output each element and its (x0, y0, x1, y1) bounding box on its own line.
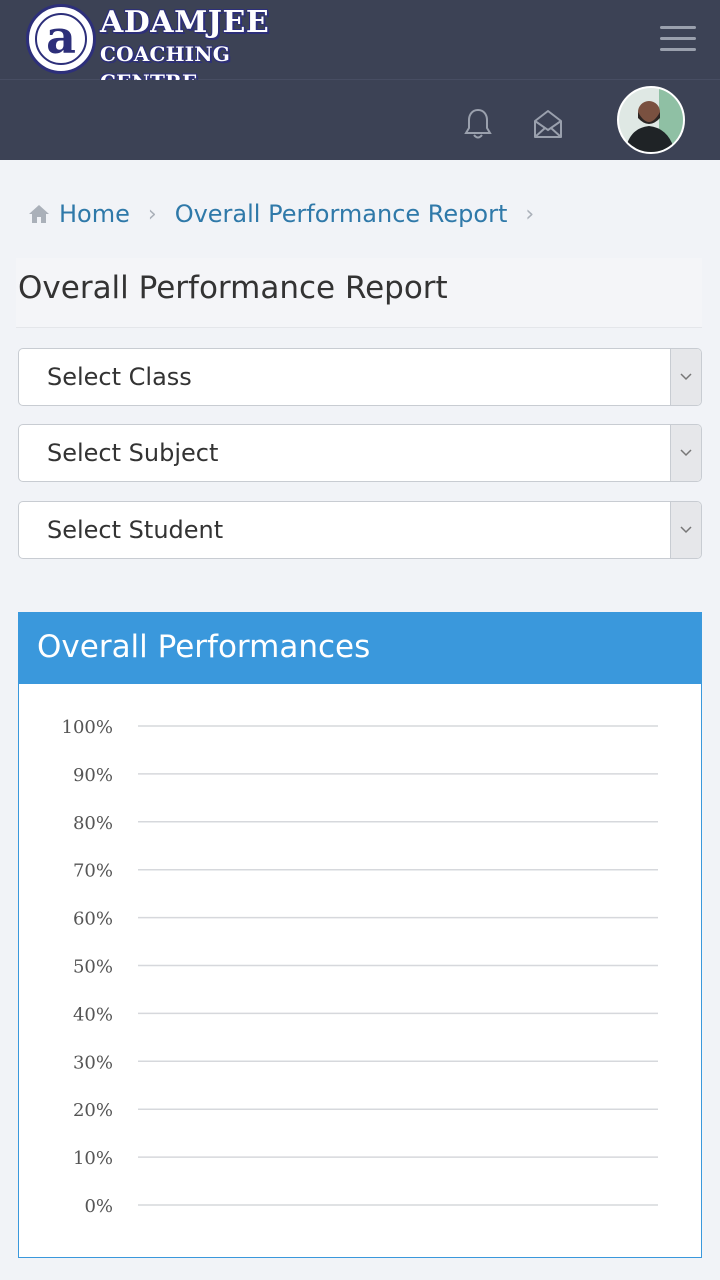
user-toolbar (0, 80, 720, 160)
logo-line1: ADAMJEE (100, 5, 270, 40)
home-icon (29, 205, 49, 223)
y-tick-label: 70% (73, 861, 113, 882)
user-avatar[interactable] (617, 86, 685, 154)
chevron-right-icon: › (147, 201, 157, 227)
chart-card-header: Overall Performances (19, 613, 701, 684)
breadcrumb: Home › Overall Performance Report › (28, 194, 552, 234)
logo-badge: a (26, 4, 96, 74)
breadcrumb-home[interactable]: Home (28, 200, 130, 228)
chevron-down-icon (670, 502, 701, 558)
performance-chart: 0% 10% 20% 30% 40% 50% 60% 70% 80% 90% 100% (62, 717, 658, 1217)
y-tick-label: 30% (73, 1052, 113, 1073)
y-tick-label: 80% (73, 813, 113, 834)
page-title: Overall Performance Report (18, 270, 448, 306)
y-tick-label: 60% (73, 909, 113, 930)
menu-toggle-icon[interactable] (660, 26, 696, 52)
y-tick-label: 20% (73, 1100, 113, 1121)
student-select-value: Select Student (47, 516, 224, 544)
y-tick-label: 0% (84, 1196, 113, 1217)
brand-logo[interactable]: a ADAMJEE COACHING CENTRE (26, 4, 276, 94)
y-tick-label: 100% (62, 717, 113, 738)
class-select-value: Select Class (47, 363, 192, 391)
chevron-down-icon (670, 425, 701, 481)
chevron-down-icon (670, 349, 701, 405)
notification-bell-icon[interactable] (462, 106, 494, 142)
chart-card-title: Overall Performances (37, 629, 371, 665)
y-tick-label: 90% (73, 765, 113, 786)
breadcrumb-home-label: Home (59, 200, 130, 228)
y-tick-label: 10% (73, 1148, 113, 1169)
subject-select-value: Select Subject (47, 439, 219, 467)
chevron-right-icon: › (525, 201, 535, 227)
y-tick-label: 50% (73, 957, 113, 978)
y-tick-label: 40% (73, 1004, 113, 1025)
class-select[interactable]: Select Class (18, 348, 702, 406)
overall-performance-card: Overall Performances 0% 10% 20% 30% 40% 50% 60… (18, 612, 702, 1258)
top-navbar: a ADAMJEE COACHING CENTRE (0, 0, 720, 94)
subject-select[interactable]: Select Subject (18, 424, 702, 482)
breadcrumb-current[interactable]: Overall Performance Report (175, 200, 508, 228)
student-select[interactable]: Select Student (18, 501, 702, 559)
breadcrumb-current-label: Overall Performance Report (174, 200, 508, 228)
messages-envelope-icon[interactable] (532, 108, 564, 140)
page-header-panel: Overall Performance Report (16, 258, 702, 328)
logo-letter: a (46, 10, 76, 64)
